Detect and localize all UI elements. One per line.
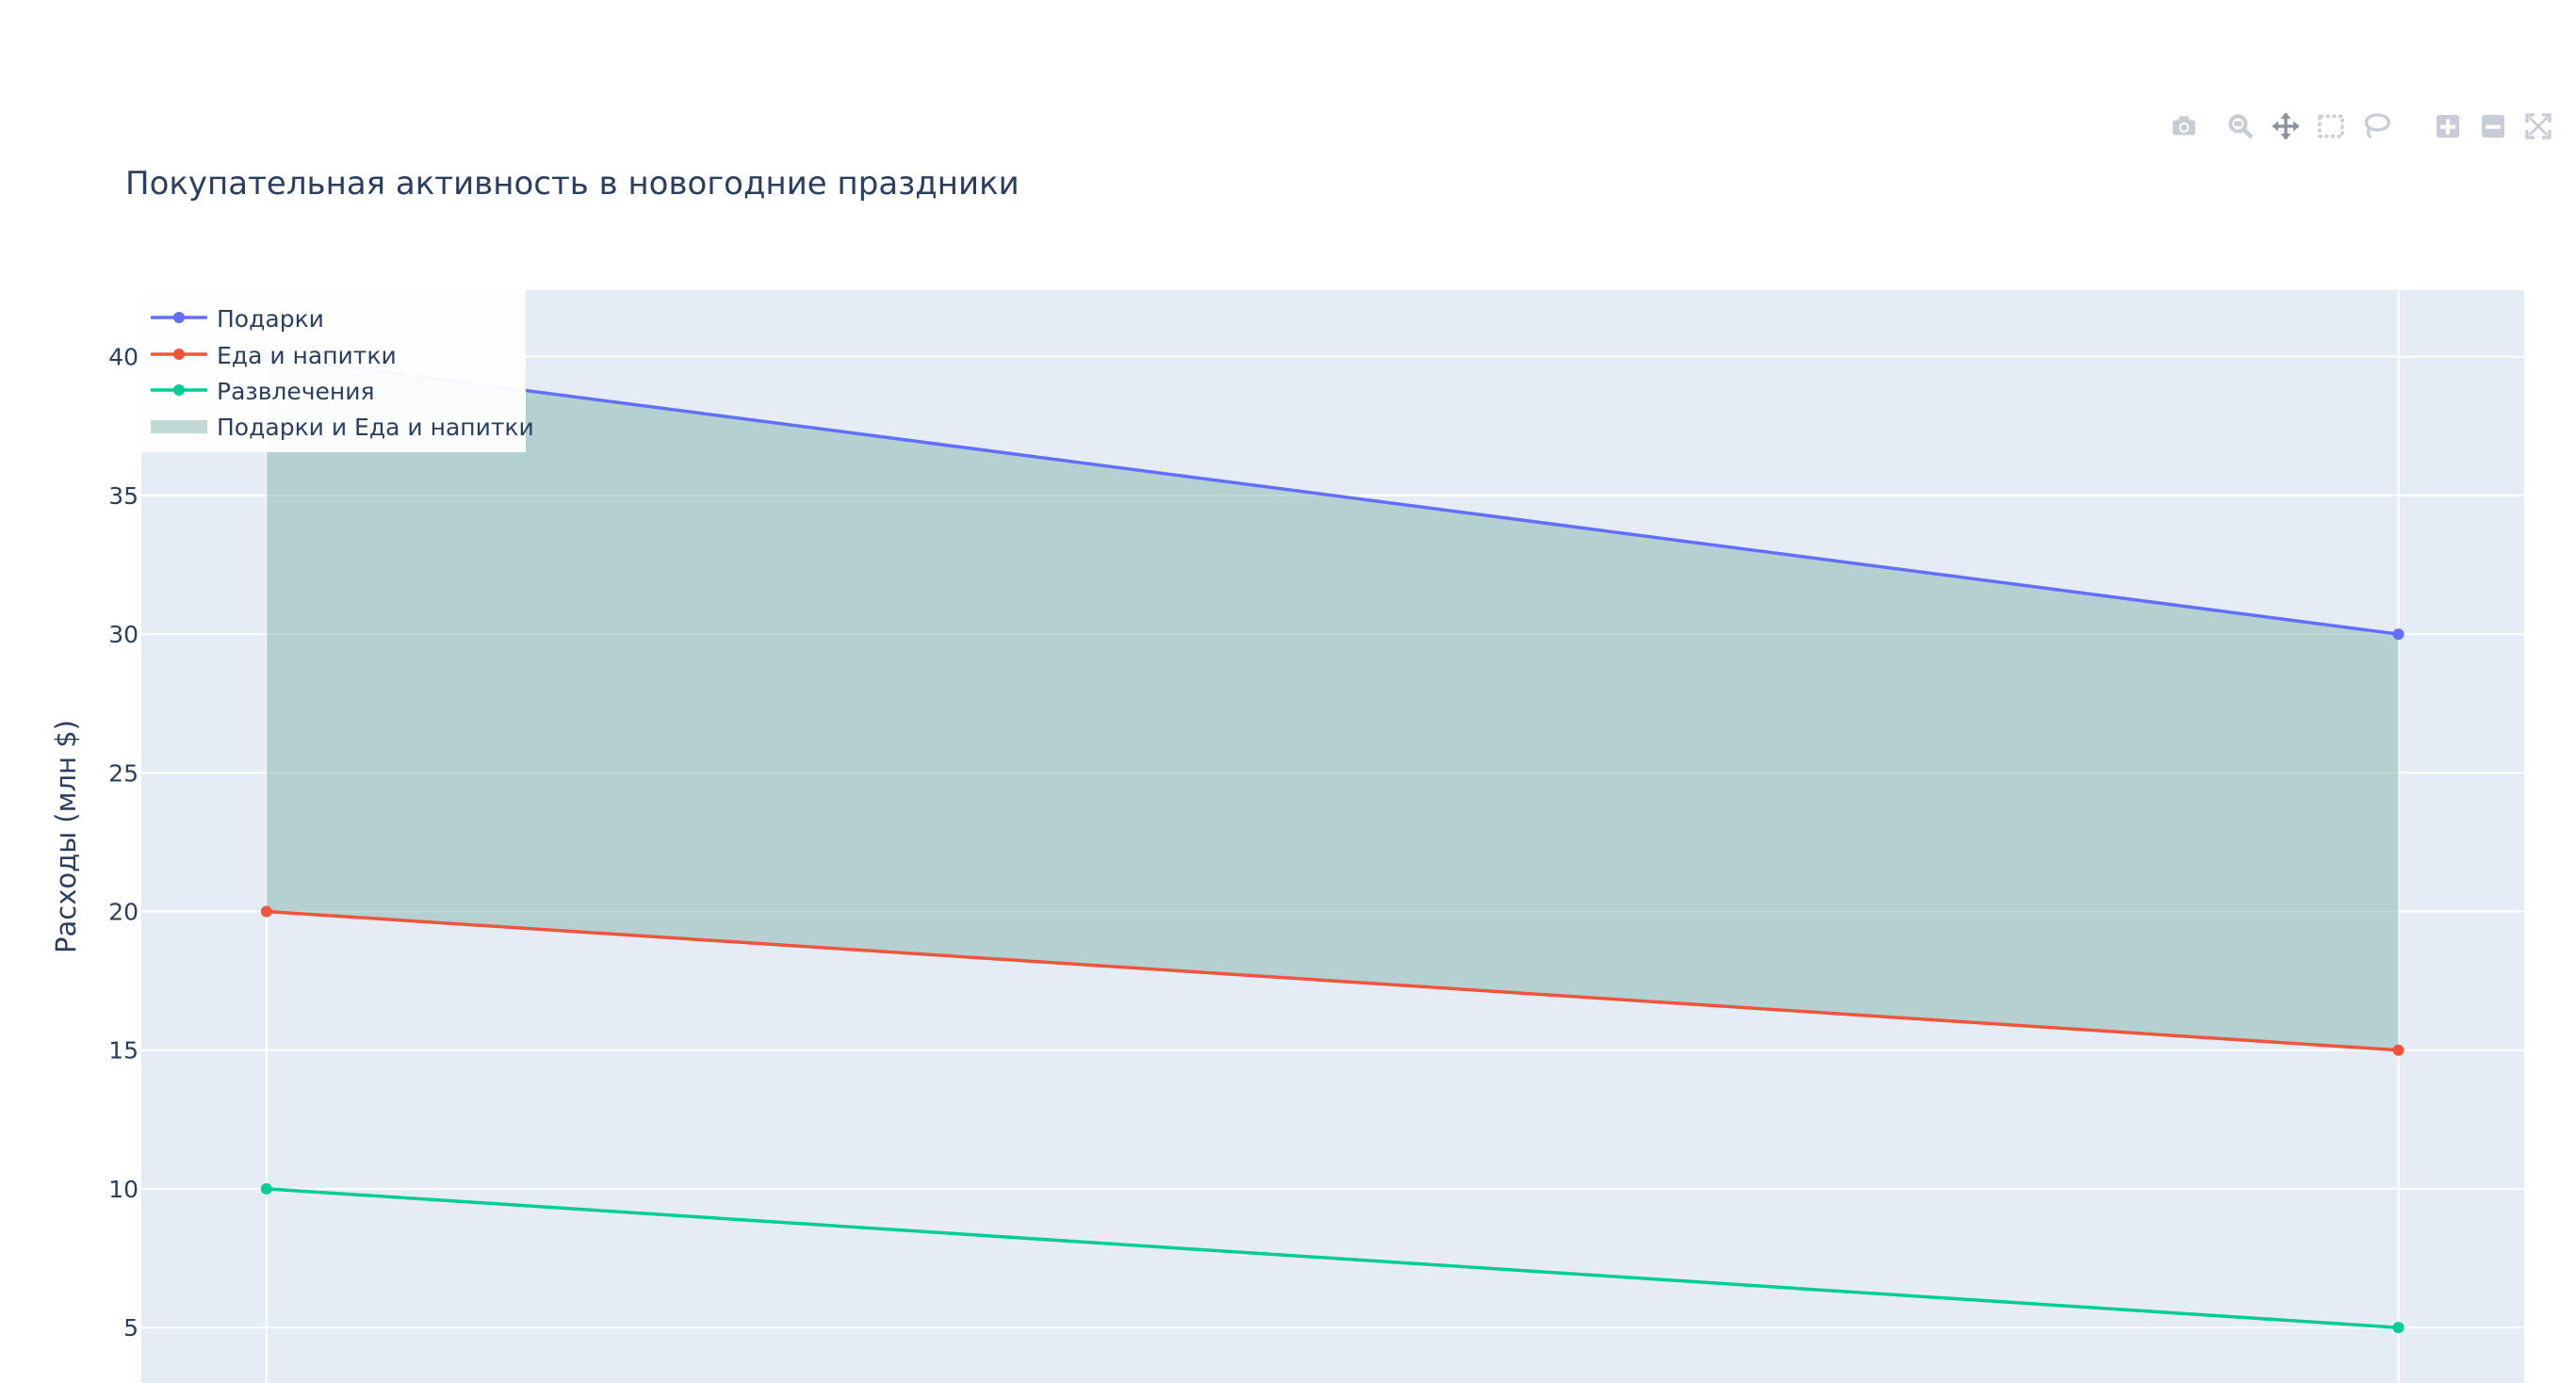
y-tick-label: 40	[108, 344, 139, 371]
y-tick-label: 5	[123, 1314, 139, 1342]
zoom-out-icon[interactable]	[2476, 109, 2510, 143]
y-tick-label: 15	[108, 1037, 139, 1065]
box-select-icon[interactable]	[2314, 109, 2348, 143]
series-point-1-0	[260, 905, 272, 918]
legend[interactable]: Подарки Еда и напитки Развлечения Подарк…	[141, 290, 534, 452]
zoom-in-icon[interactable]	[2431, 109, 2465, 143]
legend-label-entertainment: Развлечения	[217, 378, 375, 405]
series-point-2-1	[2392, 1322, 2405, 1334]
series-point-0-1	[2392, 628, 2405, 641]
legend-swatch-fill	[151, 420, 207, 433]
y-axis-ticks: 5 10 15 20 25 30 35 40	[108, 344, 139, 1342]
y-tick-label: 30	[108, 621, 139, 648]
pan-icon[interactable]	[2269, 109, 2303, 143]
y-tick-label: 35	[108, 482, 139, 510]
legend-marker-entertainment	[173, 384, 185, 396]
lasso-select-icon[interactable]	[2359, 109, 2393, 143]
y-axis-label: Расходы (млн $)	[50, 720, 82, 953]
zoom-icon[interactable]	[2224, 109, 2258, 143]
chart-title: Покупательная активность в новогодние пр…	[125, 165, 1019, 203]
y-tick-label: 20	[108, 898, 139, 925]
chart: Покупательная активность в новогодние пр…	[50, 165, 2524, 1383]
legend-label-gifts: Подарки	[217, 305, 324, 333]
y-tick-label: 25	[108, 759, 139, 787]
series-point-1-1	[2392, 1044, 2405, 1056]
legend-label-fill: Подарки и Еда и напитки	[217, 414, 534, 441]
legend-marker-food	[173, 349, 185, 360]
y-tick-label: 10	[108, 1176, 139, 1203]
camera-icon[interactable]	[2167, 109, 2201, 143]
legend-label-food: Еда и напитки	[217, 342, 397, 369]
series-point-2-0	[260, 1182, 272, 1195]
legend-marker-gifts	[173, 312, 185, 323]
autoscale-icon[interactable]	[2521, 109, 2555, 143]
